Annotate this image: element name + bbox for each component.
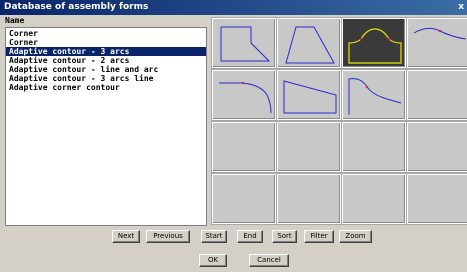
thumbnail-empty[interactable]	[407, 174, 467, 224]
trapezoid-shape-icon	[285, 26, 335, 64]
filter-button[interactable]: Filter	[304, 230, 334, 243]
thumbnail-slanted-top[interactable]	[277, 70, 341, 120]
list-item[interactable]: Corner	[6, 38, 206, 47]
list-item[interactable]: Adaptive contour - 3 arcs line	[6, 74, 206, 83]
list-column-header: Name	[5, 16, 25, 25]
zoom-button[interactable]: Zoom	[339, 230, 372, 243]
line-arc-shape-icon	[219, 81, 272, 114]
thumbnail-empty[interactable]	[342, 122, 406, 172]
thumbnail-corner-cut[interactable]	[212, 18, 276, 68]
list-item-selected[interactable]: Adaptive contour - 3 arcs	[6, 47, 206, 56]
thumbnail-empty[interactable]	[277, 174, 341, 224]
list-item[interactable]: Adaptive contour - 2 arcs	[6, 56, 206, 65]
corner-cut-shape-icon	[220, 26, 271, 62]
sort-button[interactable]: Sort	[272, 230, 297, 243]
previous-button[interactable]: Previous	[146, 230, 190, 243]
thumbnail-empty[interactable]	[407, 122, 467, 172]
ok-button[interactable]: OK	[199, 254, 227, 267]
arc-line-shape-icon	[348, 78, 402, 115]
title-bar: Database of assembly forms x	[0, 0, 467, 15]
arc-ramp-shape-icon	[413, 27, 467, 40]
cancel-button[interactable]: Cancel	[249, 254, 289, 267]
list-item[interactable]: Adaptive contour - line and arc	[6, 65, 206, 74]
thumbnail-empty[interactable]	[212, 122, 276, 172]
thumbnail-arc-line[interactable]	[342, 70, 406, 120]
window-title: Database of assembly forms	[4, 2, 149, 12]
close-icon[interactable]: x	[458, 0, 464, 15]
thumbnail-empty[interactable]	[277, 122, 341, 172]
thumbnail-arc-ramp[interactable]	[407, 18, 467, 68]
slanted-top-shape-icon	[283, 80, 337, 114]
three-arc-shape-icon	[348, 28, 402, 64]
thumbnail-three-arcs[interactable]	[342, 18, 406, 68]
thumbnail-line-arc[interactable]	[212, 70, 276, 120]
form-list[interactable]: Corner Corner Adaptive contour - 3 arcs …	[5, 27, 207, 226]
list-item[interactable]: Adaptive corner contour	[6, 83, 206, 92]
thumbnail-empty[interactable]	[212, 174, 276, 224]
list-item[interactable]: Corner	[6, 29, 206, 38]
thumbnail-empty[interactable]	[342, 174, 406, 224]
thumbnail-trapezoid[interactable]	[277, 18, 341, 68]
end-button[interactable]: End	[237, 230, 263, 243]
next-button[interactable]: Next	[112, 230, 140, 243]
start-button[interactable]: Start	[201, 230, 227, 243]
thumbnail-empty[interactable]	[407, 70, 467, 120]
